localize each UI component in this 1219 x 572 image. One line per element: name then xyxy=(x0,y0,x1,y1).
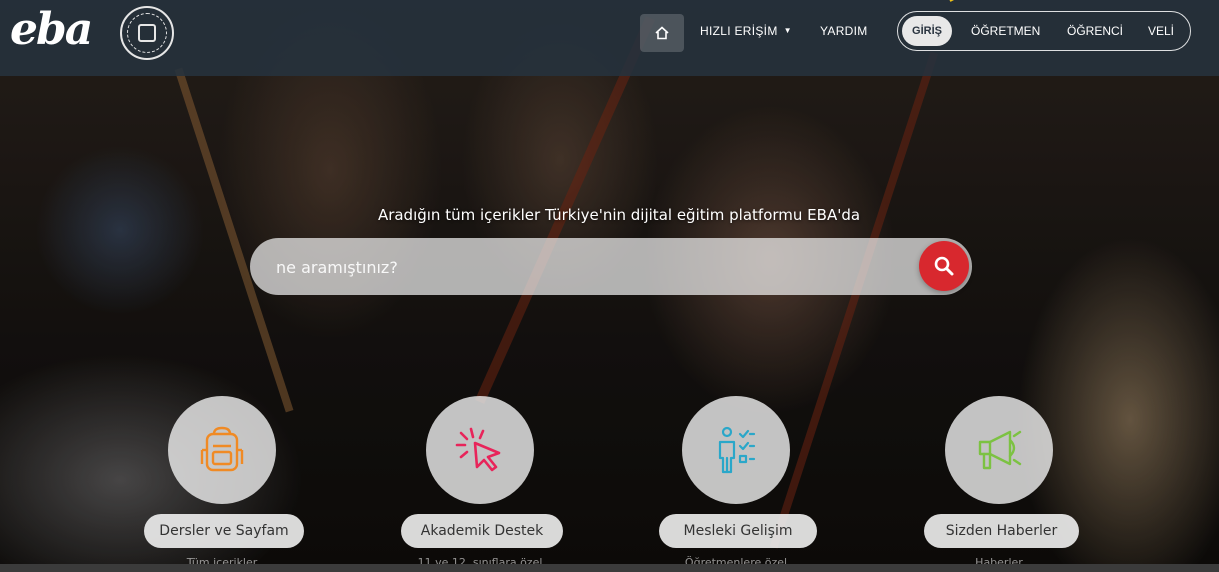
search-icon xyxy=(934,256,954,276)
login-teacher-link[interactable]: ÖĞRETMEN xyxy=(971,24,1040,38)
home-icon xyxy=(655,26,669,40)
feature-academic-label[interactable]: Akademik Destek xyxy=(401,514,563,548)
top-navbar: eba HIZLI ERİŞİM ▼ YARDIM GİRİŞ ÖĞRETMEN … xyxy=(0,0,1219,76)
caret-down-icon: ▼ xyxy=(783,26,792,35)
feature-lessons[interactable]: Dersler ve Sayfam Tüm içerikler xyxy=(126,396,326,572)
home-button[interactable] xyxy=(640,14,684,52)
feature-professional-circle[interactable] xyxy=(682,396,790,504)
taskbar-strip xyxy=(0,564,1219,572)
hero-tagline: Aradığın tüm içerikler Türkiye'nin dijit… xyxy=(377,206,861,224)
quick-access-label: HIZLI ERİŞİM xyxy=(700,24,778,38)
feature-academic-circle[interactable] xyxy=(426,396,534,504)
backpack-icon xyxy=(200,426,244,472)
login-student-link[interactable]: ÖĞRENCİ xyxy=(1067,24,1123,38)
person-checklist-icon xyxy=(718,426,756,474)
feature-professional[interactable]: Mesleki Gelişim Öğretmenlere özel xyxy=(640,396,840,572)
feature-news[interactable]: Sizden Haberler Haberler xyxy=(903,396,1103,572)
login-parent-link[interactable]: VELİ xyxy=(1148,24,1174,38)
feature-lessons-label[interactable]: Dersler ve Sayfam xyxy=(144,514,304,548)
feature-news-label[interactable]: Sizden Haberler xyxy=(924,514,1079,548)
cursor-click-icon xyxy=(455,427,501,472)
ministry-seal-icon xyxy=(120,6,174,60)
megaphone-icon xyxy=(978,430,1022,470)
search-box xyxy=(250,238,972,295)
search-button[interactable] xyxy=(919,241,969,291)
feature-professional-label[interactable]: Mesleki Gelişim xyxy=(659,514,817,548)
login-group: GİRİŞ ÖĞRETMEN ÖĞRENCİ VELİ xyxy=(897,11,1191,51)
search-input[interactable] xyxy=(276,252,896,282)
feature-news-circle[interactable] xyxy=(945,396,1053,504)
eba-logo[interactable]: eba xyxy=(10,4,93,55)
quick-access-menu[interactable]: HIZLI ERİŞİM ▼ xyxy=(700,24,792,38)
accent-line xyxy=(949,0,970,2)
help-link[interactable]: YARDIM xyxy=(820,24,868,38)
login-button[interactable]: GİRİŞ xyxy=(902,16,952,46)
feature-academic[interactable]: Akademik Destek 11 ve 12. sınıflara özel xyxy=(384,396,584,572)
feature-lessons-circle[interactable] xyxy=(168,396,276,504)
